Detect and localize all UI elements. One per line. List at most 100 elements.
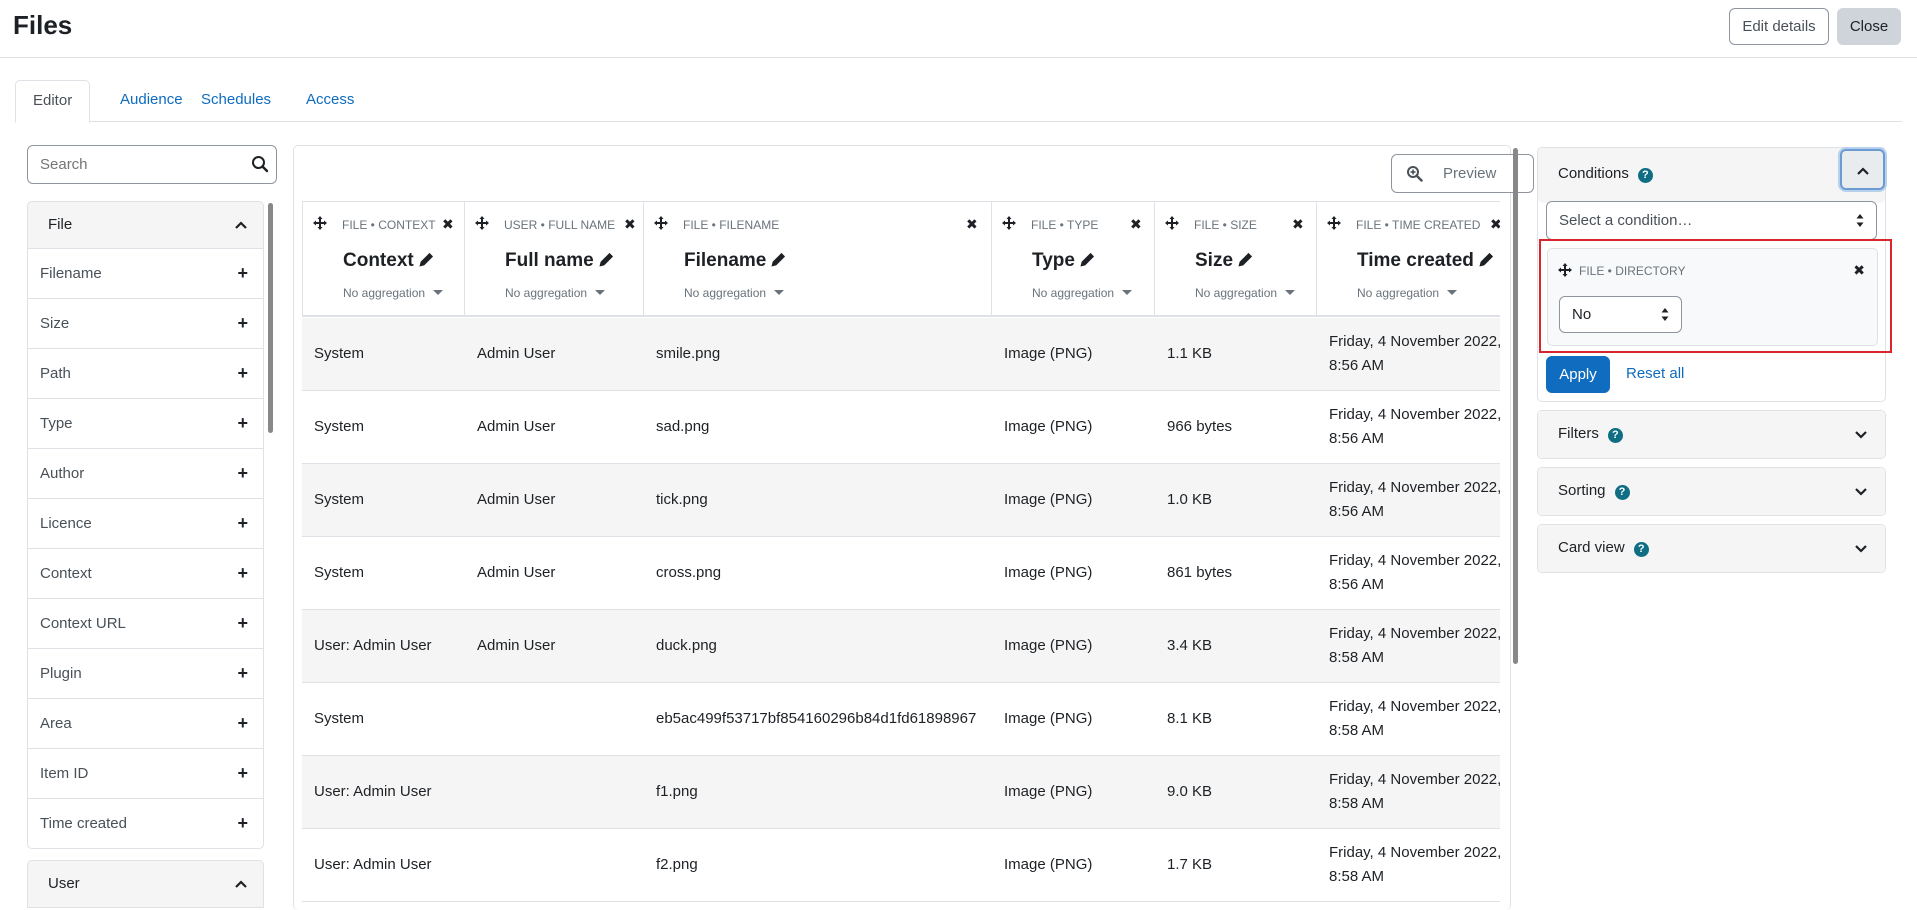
aggregation-select[interactable]: No aggregation (343, 286, 444, 300)
move-icon[interactable] (475, 216, 489, 230)
move-icon[interactable] (1558, 263, 1572, 277)
sidebar-item-label: Type (40, 415, 73, 432)
chevron-down-icon[interactable] (1853, 427, 1869, 443)
sidebar-item-type[interactable]: Type + (27, 399, 264, 449)
pencil-icon[interactable] (1080, 252, 1095, 267)
time-date: Friday, 4 November 2022, (1329, 625, 1500, 642)
pencil-icon[interactable] (1238, 252, 1253, 267)
close-icon[interactable]: ✖ (624, 216, 636, 233)
close-icon[interactable]: ✖ (442, 216, 454, 233)
column-title[interactable]: Size (1195, 250, 1253, 272)
move-icon[interactable] (1002, 216, 1016, 230)
aggregation-label: No aggregation (684, 286, 767, 300)
sidebar-item-path[interactable]: Path + (27, 349, 264, 399)
select-arrows-icon (1661, 308, 1669, 321)
sidebar-item-label: Filename (40, 265, 102, 282)
aggregation-select[interactable]: No aggregation (1195, 286, 1296, 300)
sidebar-item-licence[interactable]: Licence + (27, 499, 264, 549)
close-icon[interactable]: ✖ (966, 216, 978, 233)
time-clock: 8:58 AM (1329, 649, 1385, 666)
filters-card[interactable]: Filters? (1537, 410, 1886, 459)
sidebar-scrollbar[interactable] (268, 203, 273, 433)
pencil-icon[interactable] (599, 252, 614, 267)
sidebar-item-author[interactable]: Author + (27, 449, 264, 499)
move-icon[interactable] (1327, 216, 1341, 230)
column-title[interactable]: Context (343, 250, 434, 272)
plus-icon: + (237, 513, 248, 533)
question-circle-icon[interactable]: ? (1633, 542, 1649, 557)
search-input[interactable] (28, 146, 238, 183)
sidebar-item-context-url[interactable]: Context URL + (27, 599, 264, 649)
close-icon[interactable]: ✖ (1490, 216, 1500, 233)
tab-editor[interactable]: Editor (15, 80, 91, 123)
move-icon[interactable] (654, 216, 668, 230)
table-row: System eb5ac499f53717bf854160296b84d1fd6… (302, 683, 1500, 756)
sidebar-item-area[interactable]: Area + (27, 699, 264, 749)
sidebar-item-size[interactable]: Size + (27, 299, 264, 349)
move-icon[interactable] (1165, 216, 1179, 230)
page-header: Files Edit details Close (0, 0, 1917, 58)
cell-context: System (314, 418, 365, 435)
aggregation-select[interactable]: No aggregation (684, 286, 785, 300)
close-icon[interactable]: ✖ (1853, 262, 1865, 279)
plus-icon: + (237, 813, 248, 833)
cell-type: Image (PNG) (1004, 564, 1093, 581)
main-scrollbar[interactable] (1513, 148, 1518, 664)
chevron-down-icon[interactable] (1853, 541, 1869, 557)
aggregation-select[interactable]: No aggregation (1032, 286, 1133, 300)
aggregation-select[interactable]: No aggregation (505, 286, 606, 300)
question-circle-icon[interactable]: ? (1614, 485, 1630, 500)
cell-time-created: Friday, 4 November 2022, 8:58 AM (1317, 756, 1500, 828)
condition-select[interactable]: Select a condition… (1546, 201, 1877, 240)
cell-full-name (465, 683, 477, 755)
column-title[interactable]: Type (1032, 250, 1095, 272)
sorting-card[interactable]: Sorting? (1537, 467, 1886, 516)
pencil-icon[interactable] (419, 252, 434, 267)
tab-schedules[interactable]: Schedules (184, 80, 288, 122)
move-icon[interactable] (313, 216, 327, 230)
time-date: Friday, 4 November 2022, (1329, 479, 1500, 496)
chevron-down-icon[interactable] (1853, 484, 1869, 500)
column-title[interactable]: Full name (505, 250, 614, 272)
cell-type: Image (PNG) (1004, 418, 1093, 435)
conditions-header: Conditions? (1538, 148, 1885, 203)
edit-details-button[interactable]: Edit details (1729, 8, 1829, 45)
reset-all-link[interactable]: Reset all (1626, 365, 1684, 382)
close-icon[interactable]: ✖ (1292, 216, 1304, 233)
sidebar-item-time-created[interactable]: Time created + (27, 799, 264, 849)
sidebar-item-context[interactable]: Context + (27, 549, 264, 599)
condition-value-select[interactable]: No (1559, 296, 1682, 333)
pencil-icon[interactable] (771, 252, 786, 267)
column-title[interactable]: Time created (1357, 250, 1494, 272)
close-button[interactable]: Close (1837, 8, 1901, 45)
caret-down-icon (1447, 290, 1458, 295)
apply-button[interactable]: Apply (1546, 356, 1610, 393)
tab-access[interactable]: Access (289, 80, 371, 122)
search-icon[interactable] (251, 155, 269, 173)
sidebar-item-plugin[interactable]: Plugin + (27, 649, 264, 699)
condition-meta: FILE • DIRECTORY (1579, 264, 1686, 278)
sidebar-group-user[interactable]: User (27, 860, 264, 908)
question-circle-icon[interactable]: ? (1607, 428, 1623, 443)
cell-size: 3.4 KB (1167, 637, 1213, 654)
close-icon[interactable]: ✖ (1130, 216, 1142, 233)
aggregation-select[interactable]: No aggregation (1357, 286, 1458, 300)
time-date: Friday, 4 November 2022, (1329, 552, 1500, 569)
plus-icon: + (237, 463, 248, 483)
table-row: System Admin User smile.png Image (PNG) … (302, 318, 1500, 391)
cell-filename: cross.png (656, 564, 722, 581)
sidebar-item-label: Size (40, 315, 70, 332)
card-view-card[interactable]: Card view? (1537, 524, 1886, 573)
column-title[interactable]: Filename (684, 250, 786, 272)
sidebar-item-filename[interactable]: Filename + (27, 249, 264, 299)
sidebar-item-label: Area (40, 715, 72, 732)
sidebar-item-item-id[interactable]: Item ID + (27, 749, 264, 799)
conditions-collapse-button[interactable] (1840, 149, 1885, 190)
sidebar-group-file[interactable]: File (27, 201, 264, 249)
question-circle-icon[interactable]: ? (1637, 168, 1653, 183)
sidebar-search (27, 145, 277, 184)
pencil-icon[interactable] (1479, 252, 1494, 267)
cell-type: Image (PNG) (1004, 491, 1093, 508)
table-row: System Admin User cross.png Image (PNG) … (302, 537, 1500, 610)
caret-down-icon (1122, 290, 1133, 295)
